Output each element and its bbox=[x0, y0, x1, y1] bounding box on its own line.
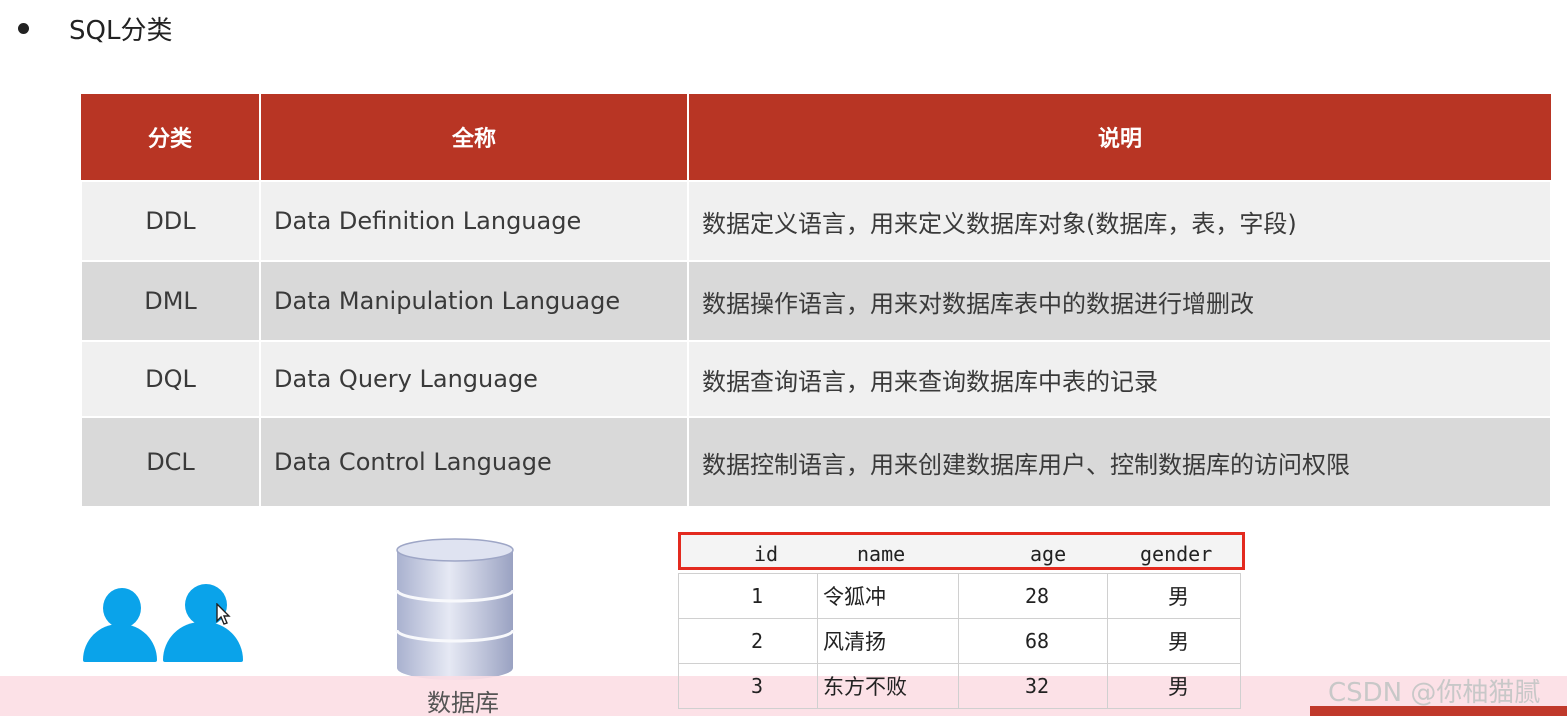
bullet-icon bbox=[18, 22, 29, 34]
database-icon bbox=[395, 538, 515, 680]
column-gender: gender bbox=[1140, 542, 1213, 566]
cell-age: 28 bbox=[958, 573, 1108, 619]
database-label: 数据库 bbox=[427, 689, 499, 717]
cell-id: 2 bbox=[678, 618, 818, 664]
row-abbr: DDL bbox=[80, 180, 261, 262]
page-title: SQL分类 bbox=[69, 15, 173, 46]
cell-age: 32 bbox=[958, 663, 1108, 709]
column-id: id bbox=[754, 542, 779, 566]
cell-id: 1 bbox=[678, 573, 818, 619]
cell-id: 3 bbox=[678, 663, 818, 709]
table-row: DCL Data Control Language 数据控制语言，用来创建数据库… bbox=[80, 416, 1552, 508]
sql-category-table: 分类 全称 说明 DDL Data Definition Language 数据… bbox=[80, 94, 1552, 508]
cell-name: 令狐冲 bbox=[817, 573, 959, 619]
row-full-name: Data Query Language bbox=[259, 340, 689, 418]
column-name: name bbox=[857, 542, 906, 566]
header-full-name: 全称 bbox=[259, 94, 689, 182]
table-row: DML Data Manipulation Language 数据操作语言，用来… bbox=[80, 260, 1552, 342]
row-abbr: DML bbox=[80, 260, 261, 342]
section-heading: SQL分类 bbox=[18, 8, 172, 48]
row-description: 数据定义语言，用来定义数据库对象(数据库，表，字段) bbox=[687, 180, 1552, 262]
table-row: DQL Data Query Language 数据查询语言，用来查询数据库中表… bbox=[80, 340, 1552, 418]
table-header-row: 分类 全称 说明 bbox=[81, 94, 1551, 182]
table-row: 2 风清扬 68 男 bbox=[678, 618, 1241, 664]
watermark: CSDN @你柚猫腻 bbox=[1328, 678, 1541, 708]
cell-age: 68 bbox=[958, 618, 1108, 664]
row-description: 数据查询语言，用来查询数据库中表的记录 bbox=[687, 340, 1552, 418]
row-abbr: DQL bbox=[80, 340, 261, 418]
cell-name: 东方不败 bbox=[817, 663, 959, 709]
column-age: age bbox=[1030, 542, 1067, 566]
sample-header-row: id name age gender bbox=[678, 532, 1245, 570]
row-description: 数据操作语言，用来对数据库表中的数据进行增删改 bbox=[687, 260, 1552, 342]
mouse-cursor-icon bbox=[216, 603, 231, 625]
row-full-name: Data Manipulation Language bbox=[259, 260, 689, 342]
row-abbr: DCL bbox=[80, 416, 261, 508]
header-description: 说明 bbox=[687, 94, 1551, 182]
cell-gender: 男 bbox=[1107, 573, 1241, 619]
table-row: DDL Data Definition Language 数据定义语言，用来定义… bbox=[80, 180, 1552, 262]
header-category: 分类 bbox=[81, 94, 261, 182]
cell-name: 风清扬 bbox=[817, 618, 959, 664]
cell-gender: 男 bbox=[1107, 618, 1241, 664]
row-full-name: Data Control Language bbox=[259, 416, 689, 508]
cell-gender: 男 bbox=[1107, 663, 1241, 709]
table-row: 1 令狐冲 28 男 bbox=[678, 573, 1241, 619]
table-row: 3 东方不败 32 男 bbox=[678, 663, 1241, 709]
row-description: 数据控制语言，用来创建数据库用户、控制数据库的访问权限 bbox=[687, 416, 1552, 508]
row-full-name: Data Definition Language bbox=[259, 180, 689, 262]
